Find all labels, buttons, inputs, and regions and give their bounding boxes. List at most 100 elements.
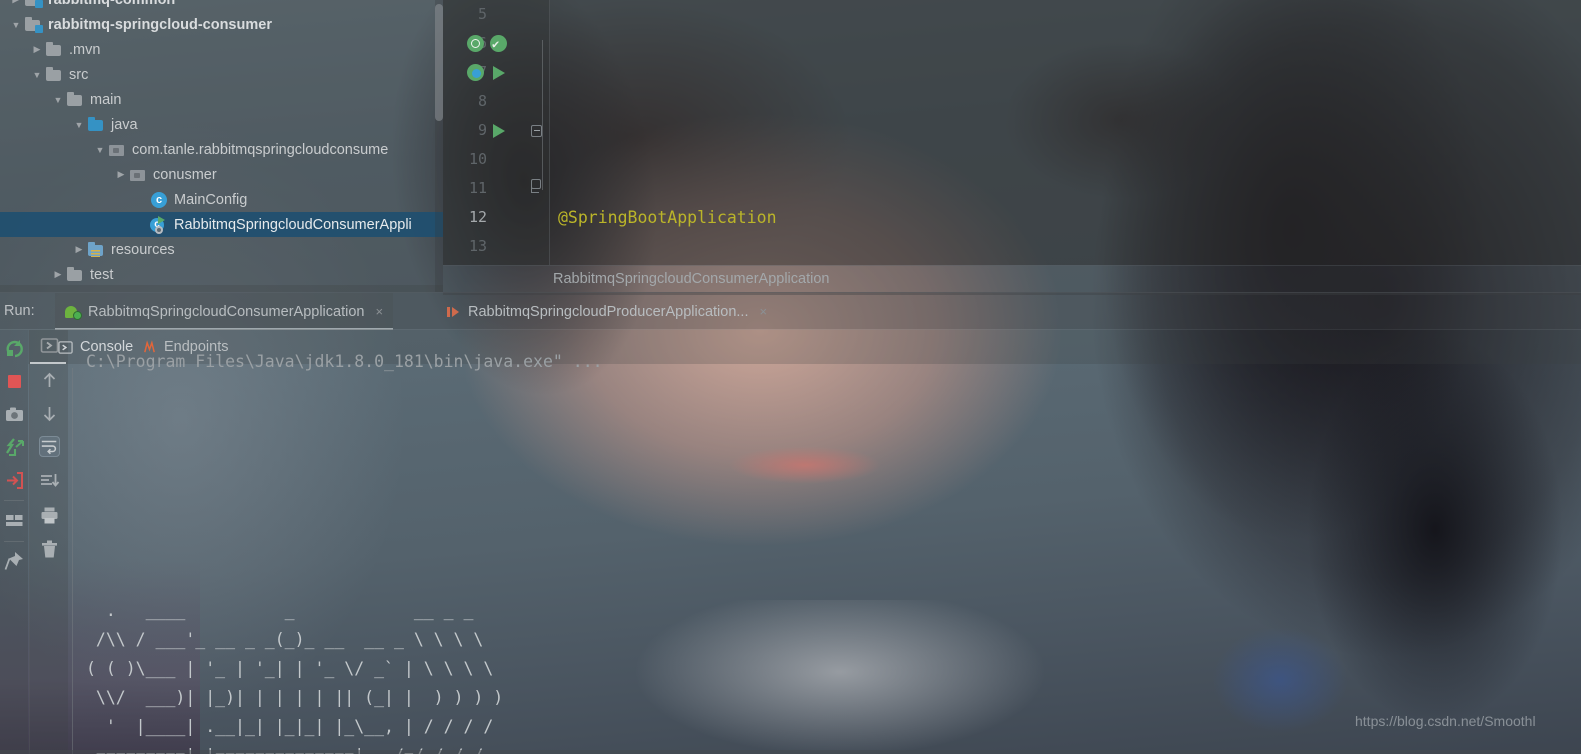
thread-dump-button[interactable] (4, 437, 25, 458)
tree-item-label: rabbitmq-common (48, 0, 175, 8)
exit-button[interactable] (4, 470, 25, 491)
tree-item-label: MainConfig (174, 191, 248, 208)
project-tree[interactable]: rabbitmq-common rabbitmq-springcloud-cons… (0, 0, 443, 287)
arrow-down-icon[interactable] (39, 403, 60, 424)
run-actions-toolbar[interactable] (0, 330, 28, 754)
gutter-line-5[interactable]: 5 (443, 0, 549, 29)
tree-item-label: RabbitmqSpringcloudConsumerAppli (174, 216, 412, 233)
chevron-right-icon[interactable] (29, 42, 45, 58)
camera-icon[interactable] (4, 404, 25, 425)
tree-item-label: resources (111, 241, 175, 258)
console-actions-toolbar[interactable] (29, 330, 68, 754)
tree-item-java[interactable]: java (0, 112, 443, 137)
tree-item-label: conusmer (153, 166, 217, 183)
editor-breadcrumb-bar: RabbitmqSpringcloudConsumerApplication (443, 265, 1581, 295)
run-tab-label: RabbitmqSpringcloudConsumerApplication (88, 303, 365, 320)
arrow-up-icon[interactable] (39, 370, 60, 391)
code-editor[interactable]: 567891011121314 @SpringBootApplication p… (443, 0, 1581, 265)
scroll-to-end-icon[interactable] (39, 471, 60, 492)
project-tree-scrollbar-thumb[interactable] (435, 4, 443, 121)
rerun-button[interactable] (4, 338, 25, 359)
tree-item-label: src (69, 66, 89, 83)
tree-item-rabbitmq-springcloud-consumer[interactable]: rabbitmq-springcloud-consumer (0, 12, 443, 37)
chevron-down-icon[interactable] (50, 92, 66, 108)
project-tool-window[interactable]: rabbitmq-common rabbitmq-springcloud-cons… (0, 0, 443, 292)
console-bottom-edge (0, 750, 1581, 754)
line-number: 10 (468, 150, 487, 168)
console-tab-active-underline (30, 362, 66, 364)
tree-item-rabbitmqspringcloudconsumerappli[interactable]: RabbitmqSpringcloudConsumerAppli (0, 212, 443, 237)
line-number: 9 (477, 121, 487, 139)
toolbar-divider-1 (4, 500, 24, 501)
close-icon[interactable]: × (760, 304, 768, 319)
layout-button[interactable] (4, 510, 25, 531)
console-icon (58, 340, 73, 355)
chevron-right-icon[interactable] (71, 242, 87, 258)
tree-item-conusmer[interactable]: conusmer (0, 162, 443, 187)
chevron-down-icon[interactable] (29, 67, 45, 83)
tree-item-test[interactable]: test (0, 262, 443, 287)
chevron-down-icon[interactable] (71, 117, 87, 133)
line-number: 5 (477, 5, 487, 23)
soft-wrap-icon[interactable] (39, 436, 60, 457)
editor-code-area[interactable]: @SpringBootApplication public class Rabb… (550, 0, 1581, 265)
module-folder-icon (24, 0, 43, 8)
trash-icon[interactable] (39, 539, 60, 560)
tree-item--mvn[interactable]: .mvn (0, 37, 443, 62)
chevron-down-icon[interactable] (92, 142, 108, 158)
gutter-line-12[interactable]: 12 (443, 203, 549, 232)
java-runnable-class-icon (150, 215, 168, 234)
gutter-line-13[interactable]: 13 (443, 232, 549, 261)
run-class-icon[interactable] (493, 66, 505, 80)
gutter-line-6[interactable]: 6 (443, 29, 549, 59)
package-icon (108, 142, 126, 158)
printer-icon[interactable] (39, 505, 60, 526)
tree-item-resources[interactable]: resources (0, 237, 443, 262)
folder-icon (66, 266, 84, 283)
breadcrumb[interactable]: RabbitmqSpringcloudConsumerApplication (553, 271, 829, 287)
pin-button[interactable] (4, 550, 25, 571)
console-blank-1 (68, 422, 1581, 451)
folder-icon (45, 66, 63, 83)
gutter-line-7[interactable]: 7 (443, 58, 549, 87)
gutter-line-10[interactable]: 10 (443, 145, 549, 174)
spring-bean-check-icon[interactable] (490, 30, 507, 59)
java-class-icon (150, 191, 168, 208)
tree-item-src[interactable]: src (0, 62, 443, 87)
chevron-right-icon[interactable] (113, 167, 129, 183)
tree-item-label: rabbitmq-springcloud-consumer (48, 16, 272, 33)
line-number: 13 (468, 237, 487, 255)
editor-gutter[interactable]: 567891011121314 (443, 0, 550, 265)
folder-icon (45, 41, 63, 58)
gutter-line-9[interactable]: 9 (443, 116, 549, 145)
chevron-down-icon[interactable] (8, 17, 24, 33)
chevron-right-icon[interactable] (50, 267, 66, 283)
console-output[interactable]: . ____ _ __ _ _ /\\ / ___'_ __ _ _(_)_ _… (68, 364, 1581, 754)
gutter-line-8[interactable]: 8 (443, 87, 549, 116)
stop-button[interactable] (4, 371, 25, 392)
spring-config-bean-icon[interactable] (467, 64, 484, 81)
ide-window: rabbitmq-common rabbitmq-springcloud-cons… (0, 0, 1581, 754)
code-fold-end-icon[interactable] (530, 179, 541, 193)
gutter-line-11[interactable]: 11 (443, 174, 549, 203)
run-method-icon[interactable] (493, 124, 505, 138)
tree-item-mainconfig[interactable]: MainConfig (0, 187, 443, 212)
tree-item-com-tanle-rabbitmqspringcloudconsume[interactable]: com.tanle.rabbitmqspringcloudconsume (0, 137, 443, 162)
tree-item-rabbitmq-common[interactable]: rabbitmq-common (0, 0, 443, 12)
close-icon[interactable]: × (375, 304, 383, 319)
run-tab-2[interactable]: RabbitmqSpringcloudProducerApplication..… (435, 293, 777, 330)
code-fold-collapse-icon[interactable] (531, 125, 542, 137)
run-tab-label: RabbitmqSpringcloudProducerApplication..… (468, 303, 749, 320)
spring-running-icon (65, 304, 82, 320)
project-panel-bottom-edge (0, 285, 443, 292)
line-number: 8 (477, 92, 487, 110)
run-tab-1[interactable]: RabbitmqSpringcloudConsumerApplication × (55, 293, 394, 330)
spring-bean-icon[interactable] (467, 35, 484, 52)
tree-item-label: main (90, 91, 122, 108)
line-number: 11 (468, 179, 487, 197)
run-window-label: Run: (4, 303, 35, 319)
tree-item-main[interactable]: main (0, 87, 443, 112)
editor-scrollbar[interactable] (1573, 0, 1581, 265)
chevron-right-icon[interactable] (8, 0, 24, 8)
package-icon (129, 167, 147, 183)
